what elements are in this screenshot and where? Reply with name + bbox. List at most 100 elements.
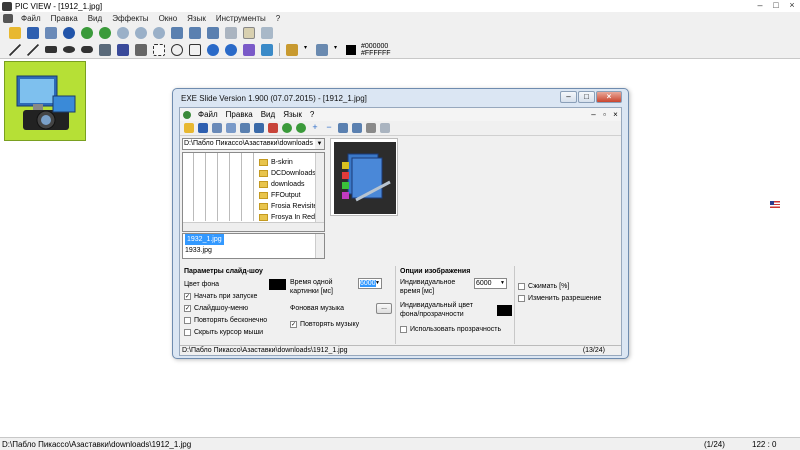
zoom-out-icon[interactable] — [135, 27, 147, 39]
list-icon[interactable] — [254, 123, 264, 133]
previous-icon[interactable] — [81, 27, 93, 39]
text-style-icon[interactable] — [117, 43, 129, 56]
tree-folder-item[interactable]: B-skrin — [259, 157, 293, 168]
tree-horizontal-scrollbar[interactable] — [183, 222, 324, 231]
rotate-left-icon[interactable] — [207, 43, 219, 56]
next-icon[interactable] — [296, 123, 306, 133]
chevron-down-icon[interactable]: ▾ — [334, 44, 340, 56]
chevron-down-icon[interactable]: ▼ — [374, 279, 381, 288]
eyedropper-icon[interactable] — [135, 43, 147, 56]
folder-tree[interactable]: B-skrin DCDownloads downloads FFOutput F… — [182, 152, 325, 232]
chevron-down-icon[interactable]: ▼ — [499, 279, 506, 288]
file-list-scrollbar[interactable] — [315, 234, 324, 258]
dialog-menu-edit[interactable]: Правка — [222, 110, 257, 119]
folder-path-combobox[interactable]: D:\Пабло Пикассо\Азаставки\downloads ▼ — [182, 138, 325, 150]
open-folder-icon[interactable] — [184, 123, 194, 133]
start-on-launch-row[interactable]: ✓ Начать при запуске — [184, 290, 286, 302]
slideshow-menu-row[interactable]: ✓ Слайдшоу-меню — [184, 302, 286, 314]
checkbox-checked[interactable]: ✓ — [184, 304, 191, 312]
save-as-icon[interactable] — [212, 123, 222, 133]
close-button[interactable]: × — [784, 0, 800, 12]
mdi-close-button[interactable]: × — [610, 110, 621, 119]
text-tool-icon[interactable] — [99, 43, 111, 56]
save-as-icon[interactable] — [45, 27, 57, 39]
edit-mode-icon[interactable] — [243, 27, 255, 39]
tree-folder-item[interactable]: DCDownloads — [259, 168, 316, 179]
delete-icon[interactable] — [268, 123, 278, 133]
full-screen-icon[interactable] — [189, 27, 201, 39]
menu-tools[interactable]: Инструменты — [211, 14, 271, 23]
copy-icon[interactable] — [261, 27, 273, 39]
zoom-fit-icon[interactable] — [153, 27, 165, 39]
save-icon[interactable] — [198, 123, 208, 133]
image-thumbnail[interactable] — [4, 61, 86, 141]
language-flag-icon[interactable] — [770, 201, 780, 208]
repeat-music-row[interactable]: ✓ Повторять музыку — [290, 318, 392, 330]
checkbox[interactable] — [400, 325, 407, 333]
slideshow-icon[interactable] — [225, 27, 237, 39]
repeat-forever-row[interactable]: Повторять бесконечно — [184, 314, 286, 326]
checkbox[interactable] — [518, 282, 525, 290]
open-folder-icon[interactable] — [9, 27, 21, 39]
line-tool-icon[interactable] — [9, 43, 21, 56]
use-transparency-row[interactable]: Использовать прозрачность — [400, 323, 512, 335]
menu-effects[interactable]: Эффекты — [107, 14, 153, 23]
pen-icon[interactable] — [286, 43, 298, 56]
checkbox[interactable] — [518, 294, 525, 302]
mdi-minimize-button[interactable]: – — [588, 110, 599, 119]
compress-row[interactable]: Сжимать [%] — [518, 280, 618, 292]
flip-icon[interactable] — [243, 43, 255, 56]
save-icon[interactable] — [27, 27, 39, 39]
rectangle-outline-icon[interactable] — [189, 43, 201, 56]
brush-icon[interactable] — [316, 43, 328, 56]
document-icon[interactable] — [3, 14, 13, 23]
chevron-down-icon[interactable]: ▼ — [315, 139, 324, 149]
next-icon[interactable] — [99, 27, 111, 39]
fit-window-icon[interactable] — [171, 27, 183, 39]
ellipse-fill-icon[interactable] — [63, 46, 75, 53]
dialog-menu-file[interactable]: Файл — [194, 110, 222, 119]
file-list[interactable]: 1932_1.jpg 1933.jpg — [182, 233, 325, 259]
checkbox-checked[interactable]: ✓ — [184, 292, 191, 300]
resize-icon[interactable] — [261, 43, 273, 56]
ind-time-input[interactable]: 6000 ▼ — [474, 278, 507, 289]
minimize-button[interactable]: – — [752, 0, 768, 12]
menu-help[interactable]: ? — [271, 14, 285, 23]
rotate-right-icon[interactable] — [225, 43, 237, 56]
zoom-in-icon[interactable] — [117, 27, 129, 39]
actual-size-icon[interactable] — [207, 27, 219, 39]
menu-view[interactable]: Вид — [83, 14, 107, 23]
tree-folder-item[interactable]: Frosia Revisited — [259, 201, 321, 212]
checkbox[interactable] — [184, 316, 191, 324]
previous-icon[interactable] — [282, 123, 292, 133]
time-per-image-input[interactable]: 6000 ▼ — [358, 278, 382, 289]
color-swatch[interactable] — [346, 44, 356, 55]
move-right-icon[interactable] — [352, 123, 362, 133]
dialog-menu-language[interactable]: Язык — [279, 110, 306, 119]
hide-cursor-row[interactable]: Скрыть курсор мыши — [184, 326, 286, 338]
menu-edit[interactable]: Правка — [46, 14, 83, 23]
tree-folder-item[interactable]: FFOutput — [259, 190, 301, 201]
plus-icon[interactable]: + — [310, 123, 320, 133]
chevron-down-icon[interactable]: ▾ — [304, 44, 310, 56]
browse-music-button[interactable]: ... — [376, 302, 392, 314]
slideshow-icon[interactable] — [380, 123, 390, 133]
add-images-icon[interactable] — [226, 123, 236, 133]
image-icon[interactable] — [240, 123, 250, 133]
dialog-menu-help[interactable]: ? — [306, 110, 318, 119]
checkbox[interactable] — [184, 328, 191, 336]
menu-window[interactable]: Окно — [154, 14, 183, 23]
menu-file[interactable]: Файл — [16, 14, 46, 23]
dialog-close-button[interactable]: × — [596, 91, 622, 103]
rectangle-fill-icon[interactable] — [45, 46, 57, 53]
list-item[interactable]: 1932_1.jpg — [183, 234, 324, 245]
tree-folder-item[interactable]: downloads — [259, 179, 304, 190]
menu-language[interactable]: Язык — [182, 14, 211, 23]
move-left-icon[interactable] — [338, 123, 348, 133]
ind-color-swatch[interactable] — [497, 304, 512, 316]
resize-row[interactable]: Изменить разрешение — [518, 292, 618, 304]
maximize-button[interactable]: □ — [768, 0, 784, 12]
dialog-menu-view[interactable]: Вид — [257, 110, 279, 119]
mdi-restore-button[interactable]: ▫ — [599, 110, 610, 119]
tree-vertical-scrollbar[interactable] — [315, 153, 324, 223]
